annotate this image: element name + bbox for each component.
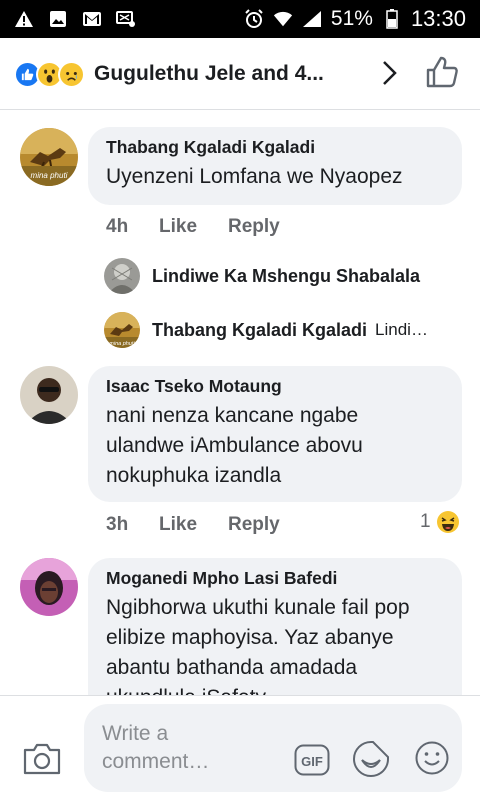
gif-icon[interactable]: GIF [294,744,330,776]
like-link[interactable]: Like [159,216,228,238]
comment-bubble[interactable]: Thabang Kgaladi Kgaladi Uyenzeni Lomfana… [88,127,462,205]
sad-reaction-icon [58,60,85,88]
avatar[interactable]: mina phuti [104,312,140,348]
comment-actions: 4h Like Reply [106,216,280,238]
reply-link[interactable]: Reply [228,514,280,536]
reaction-count[interactable]: 1 [420,510,460,534]
battery-icon [382,9,402,29]
reaction-summary[interactable] [14,59,94,89]
reply-author[interactable]: Lindiwe Ka Mshengu Shabalala [152,266,420,287]
alarm-icon [244,9,264,29]
haha-reaction-icon [436,510,460,534]
svg-text:GIF: GIF [301,754,323,769]
gmail-icon [82,9,102,29]
signal-icon [302,9,322,29]
comment-author[interactable]: Isaac Tseko Motaung [106,376,446,397]
svg-text:mina phuti: mina phuti [109,341,135,347]
comment-actions: 3h Like Reply [106,514,280,536]
svg-text:mina phuti: mina phuti [31,171,68,180]
avatar[interactable] [20,558,78,616]
avatar[interactable] [104,258,140,294]
image-icon [48,9,68,29]
reply-author[interactable]: Thabang Kgaladi Kgaladi [152,320,367,341]
avatar[interactable]: mina phuti [20,128,78,186]
like-button-icon[interactable] [424,54,460,90]
comment-time: 4h [106,216,129,237]
comment-composer: Write a comment… GIF [0,695,480,800]
comment-author[interactable]: Moganedi Mpho Lasi Bafedi [106,568,446,589]
comment-text: Uyenzeni Lomfana we Nyaopez [106,165,403,188]
warning-icon [14,9,34,29]
reply-preview: Lindi… [375,320,428,339]
comment-bubble[interactable]: Isaac Tseko Motaung nani nenza kancane n… [88,366,462,502]
comment-text: nani nenza kancane ngabe ulandwe iAmbula… [106,404,363,487]
battery-percent: 51% [330,7,373,30]
reply-link[interactable]: Reply [228,216,280,238]
comment-input-placeholder[interactable]: Write a comment… [102,720,242,776]
status-bar: 51% 13:30 [0,0,480,38]
camera-icon[interactable] [22,742,62,776]
screen-mirror-icon [116,9,136,29]
sticker-icon[interactable] [352,740,390,778]
reactions-header[interactable]: Gugulethu Jele and 4... [0,38,480,110]
comment-input[interactable]: Write a comment… GIF [84,704,462,792]
like-link[interactable]: Like [159,514,228,536]
avatar[interactable] [20,366,78,424]
comment-author[interactable]: Thabang Kgaladi Kgaladi [106,137,446,158]
chevron-right-icon[interactable] [374,58,404,88]
comment-bubble[interactable]: Moganedi Mpho Lasi Bafedi Ngibhorwa ukut… [88,558,462,718]
comment-time: 3h [106,514,129,535]
reactions-title[interactable]: Gugulethu Jele and 4... [94,62,324,86]
clock: 13:30 [410,6,466,31]
emoji-icon[interactable] [414,740,450,776]
reply-item[interactable]: mina phuti Thabang Kgaladi Kgaladi Lindi… [104,312,428,348]
wifi-icon [273,9,293,29]
reaction-count-number: 1 [420,511,431,532]
reply-item[interactable]: Lindiwe Ka Mshengu Shabalala [104,258,420,294]
